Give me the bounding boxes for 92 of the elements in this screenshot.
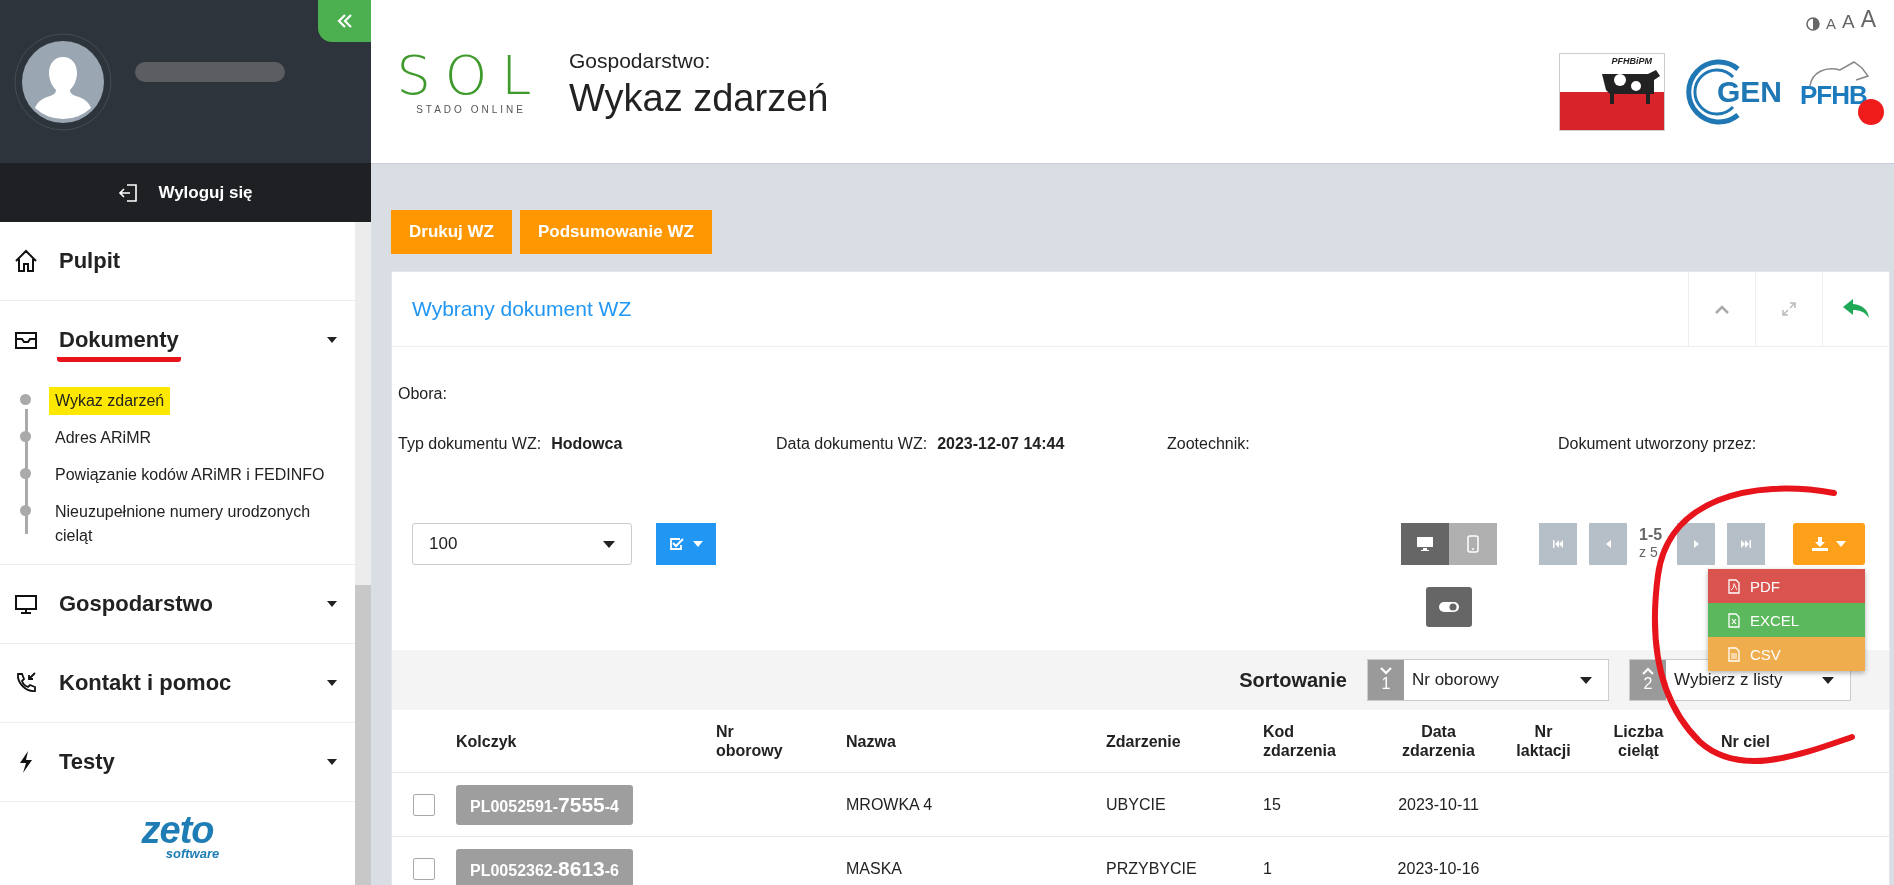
column-header[interactable]: Nr oborowy — [716, 722, 796, 760]
checkbox-icon — [669, 537, 685, 551]
farm-label: Obora: — [398, 385, 448, 403]
table-cell-text: 1 — [1263, 859, 1273, 878]
table-cell-text: 15 — [1263, 795, 1282, 814]
field-value: Hodowca — [551, 435, 623, 453]
field-label: Dokument utworzony przez: — [1558, 435, 1757, 453]
page-size-select[interactable]: 100 — [412, 523, 632, 565]
ear-tag-badge: PL0052362-8613-6 — [456, 848, 633, 885]
caret-icon — [693, 541, 703, 547]
table-cell-text: PRZYBYCIE — [1106, 859, 1198, 878]
caret-icon — [327, 337, 337, 343]
contrast-icon[interactable] — [1805, 17, 1820, 31]
previous-icon — [1605, 540, 1611, 548]
cgen-logo: GEN — [1683, 56, 1782, 127]
nav-item[interactable]: Kontakt i pomoc — [0, 644, 355, 722]
cow-logo: PFHBiPM — [1559, 52, 1665, 131]
submenu-item[interactable]: Powiązanie kodów ARiMR i FEDINFO — [49, 461, 331, 489]
caret-icon — [327, 759, 337, 765]
reply-arrow-icon — [1842, 298, 1870, 320]
ear-tag-badge: PL0052591-7555-4 — [456, 784, 633, 825]
column-header[interactable]: Kolczyk — [456, 731, 716, 751]
nav-item[interactable]: Testy — [0, 723, 355, 801]
column-header[interactable]: Data zdarzenia — [1393, 722, 1484, 760]
export-button[interactable] — [1793, 523, 1865, 565]
page-range: 1-5 — [1639, 526, 1663, 544]
nav-item[interactable]: Gospodarstwo — [0, 565, 355, 643]
field-label: Zootechnik: — [1167, 435, 1250, 453]
next-page-button[interactable] — [1677, 523, 1715, 565]
font-size-button[interactable]: A — [1825, 16, 1836, 31]
page-title: Wykaz zdarzeń — [569, 75, 829, 121]
text-file-icon — [1728, 646, 1740, 662]
toggle-icon — [1438, 601, 1460, 613]
column-header[interactable]: Zdarzenie — [1106, 731, 1263, 751]
column-header[interactable]: Nr ciel — [1721, 731, 1889, 751]
table-cell-text: UBYCIE — [1106, 795, 1167, 814]
house-icon — [13, 248, 39, 274]
export-menu-item[interactable]: PDF — [1708, 569, 1865, 603]
column-header[interactable]: Kod zdarzenia — [1263, 722, 1353, 760]
phone-icon — [1467, 535, 1479, 553]
caret-icon — [1836, 541, 1846, 547]
field-label: Typ dokumentu WZ: — [398, 435, 542, 453]
caret-icon — [327, 601, 337, 607]
expand-icon — [1782, 302, 1796, 316]
download-icon — [1812, 537, 1828, 551]
pfhb-logo-wordmark: PFHB — [1800, 80, 1867, 111]
collapse-sidebar-button[interactable] — [318, 0, 371, 42]
field-label: Data dokumentu WZ: — [776, 435, 928, 453]
chevron-up-icon — [1715, 304, 1729, 314]
submenu-item[interactable]: Nieuzupełnione numery urodzonych cieląt — [49, 498, 355, 550]
column-select-button[interactable] — [656, 523, 716, 565]
submenu-item[interactable]: Wykaz zdarzeń — [49, 387, 171, 415]
column-header[interactable]: Nazwa — [846, 731, 1106, 751]
scrollbar-thumb[interactable] — [355, 585, 371, 885]
table-cell-text: MASKA — [846, 859, 903, 878]
table-cell-text: 2023-10-11 — [1397, 795, 1480, 814]
field-value: 2023-12-07 14:44 — [937, 435, 1065, 453]
avatar-silhouette-icon — [13, 31, 113, 132]
last-page-icon — [1741, 540, 1751, 548]
font-size-button[interactable]: A — [1860, 8, 1876, 31]
table-cell-text: MROWKA 4 — [846, 795, 934, 814]
font-size-button[interactable]: A — [1841, 12, 1855, 31]
column-header[interactable]: Nr laktacji — [1508, 722, 1579, 760]
zeto-logo: zeto software — [140, 808, 221, 860]
monitor-icon — [1416, 536, 1434, 552]
view-mode-button[interactable] — [1401, 523, 1449, 565]
page-total: z 5 — [1639, 544, 1658, 560]
next-icon — [1693, 540, 1699, 548]
first-page-button[interactable] — [1539, 523, 1577, 565]
nav-item[interactable]: Pulpit — [0, 222, 355, 300]
column-header[interactable]: Liczba cieląt — [1603, 722, 1674, 760]
last-page-button[interactable] — [1727, 523, 1765, 565]
caret-icon — [327, 680, 337, 686]
nav-item[interactable]: Dokumenty — [0, 301, 355, 379]
sort-label: Sortowanie — [1239, 668, 1347, 692]
panel-title: Wybrany dokument WZ — [411, 297, 633, 321]
spreadsheet-file-icon — [1728, 612, 1740, 628]
submenu-item[interactable]: Adres ARiMR — [49, 424, 158, 452]
caret-icon — [1822, 676, 1834, 684]
timeline-dot-icon — [20, 394, 31, 405]
caret-icon — [603, 540, 615, 548]
first-page-icon — [1553, 540, 1563, 548]
caret-icon — [1580, 676, 1592, 684]
row-checkbox[interactable] — [413, 793, 435, 816]
toggle-button[interactable] — [1426, 587, 1472, 627]
logout-button[interactable]: Wyloguj się — [0, 163, 371, 222]
row-checkbox[interactable] — [413, 857, 435, 880]
table-cell-text: 2023-10-16 — [1396, 859, 1481, 878]
pdf-file-icon — [1728, 578, 1740, 594]
sort-select[interactable]: 1 Nr oborowy — [1367, 659, 1609, 701]
page-subtitle: Gospodarstwo: — [569, 48, 712, 73]
sol-logo: SOL STADO ONLINE — [401, 48, 541, 115]
